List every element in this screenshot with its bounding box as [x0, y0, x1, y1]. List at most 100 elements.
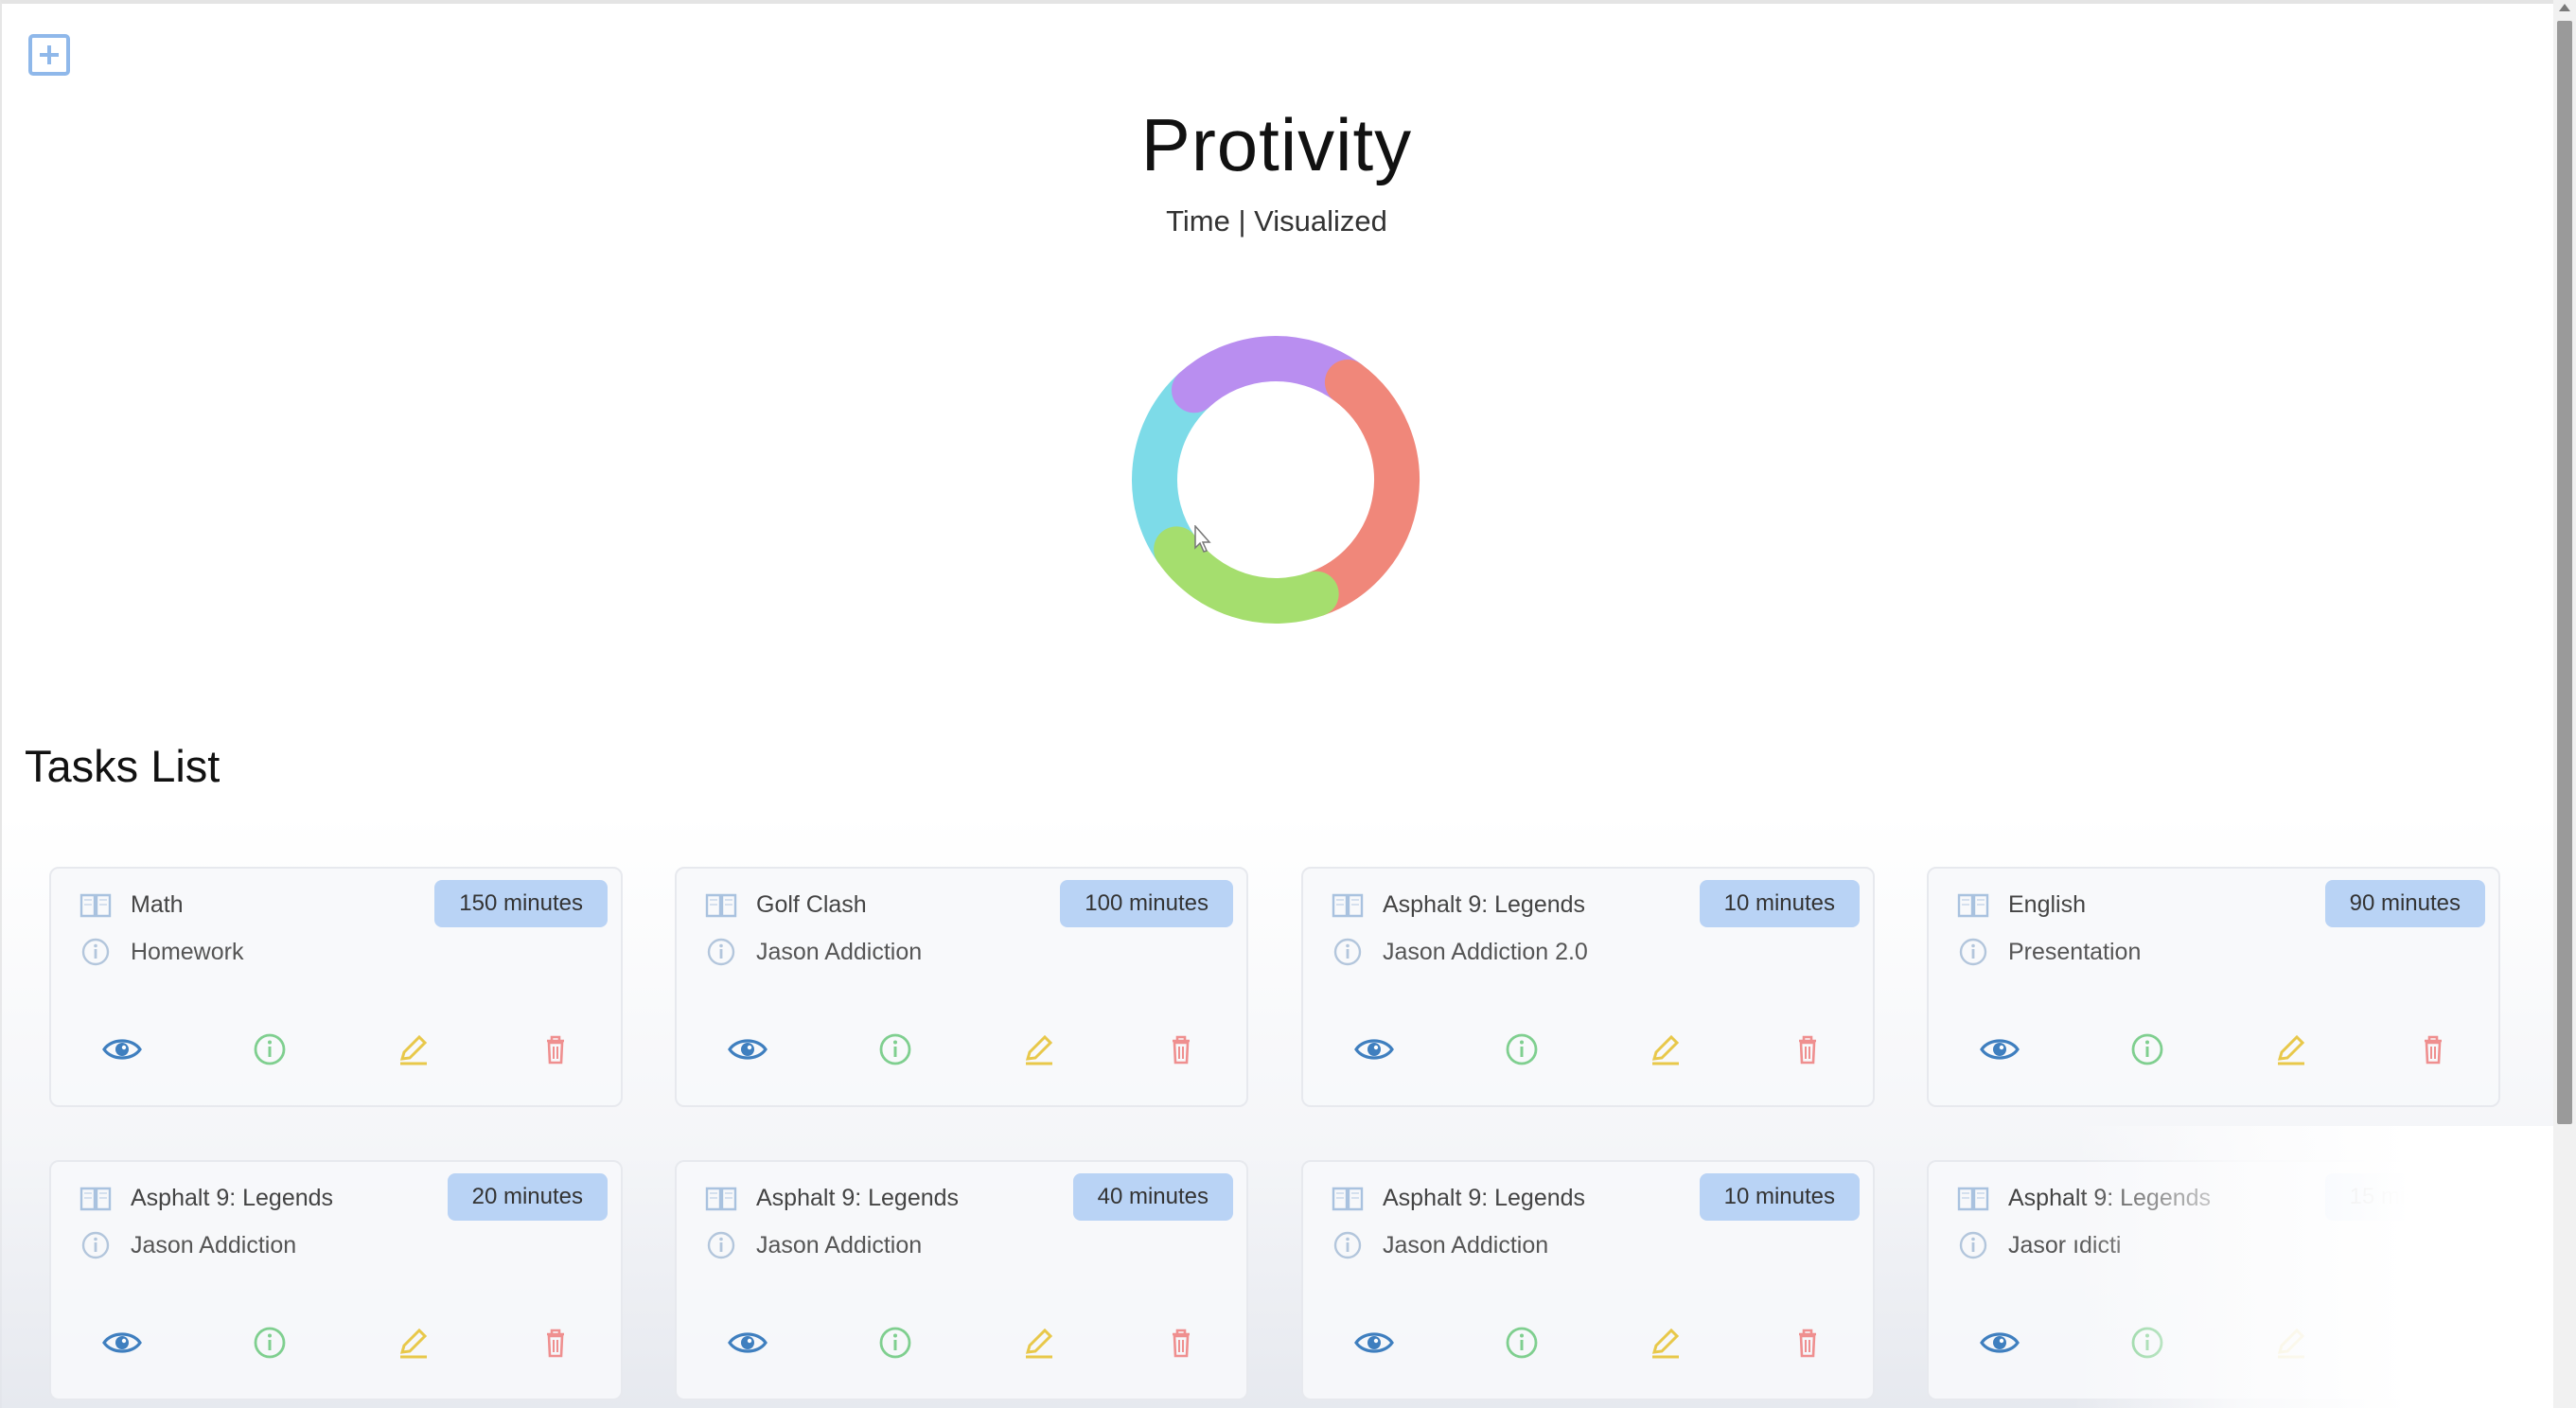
book-icon	[705, 889, 756, 920]
delete-task-button[interactable]	[534, 1321, 577, 1364]
app-subtitle: Time | Visualized	[1166, 204, 1387, 238]
task-description-row: Presentation	[1957, 937, 2141, 967]
task-info-button[interactable]	[1500, 1321, 1544, 1364]
book-icon	[705, 1183, 756, 1213]
task-actions	[1929, 1028, 2498, 1071]
info-circle-icon	[1500, 1028, 1544, 1071]
task-description: Jason Addiction	[131, 1231, 297, 1258]
pencil-icon	[1017, 1028, 1061, 1071]
task-description: Jason Addiction 2.0	[1383, 938, 1588, 965]
info-circle-icon	[1500, 1321, 1544, 1364]
pencil-icon	[1644, 1028, 1687, 1071]
edit-task-button[interactable]	[2269, 1028, 2313, 1071]
task-name-row: Asphalt 9: Legends	[705, 1183, 959, 1213]
trash-icon	[1786, 1321, 1829, 1364]
task-card[interactable]: English Presentation 90 minutes	[1927, 867, 2500, 1107]
trash-icon	[1786, 1028, 1829, 1071]
info-circle-icon	[248, 1028, 291, 1071]
task-name-row: Asphalt 9: Legends	[1332, 1183, 1585, 1213]
video-overlay	[2073, 1126, 2553, 1408]
trash-icon	[1159, 1028, 1203, 1071]
duration-badge: 150 minutes	[434, 880, 608, 927]
task-info-button[interactable]	[873, 1321, 917, 1364]
delete-task-button[interactable]	[1786, 1028, 1829, 1071]
donut-slice[interactable]	[1293, 359, 1420, 617]
eye-icon	[726, 1321, 769, 1364]
donut-slice[interactable]	[1132, 367, 1217, 572]
info-circle-icon	[79, 937, 131, 967]
view-task-button[interactable]	[1978, 1028, 2021, 1071]
task-name-row: English	[1957, 889, 2086, 920]
task-actions	[51, 1321, 621, 1364]
book-icon	[1332, 1183, 1383, 1213]
book-icon	[79, 889, 131, 920]
info-circle-icon	[873, 1321, 917, 1364]
trash-icon	[2411, 1028, 2455, 1071]
task-card[interactable]: Asphalt 9: Legends Jason Addiction 10 minu…	[1301, 1160, 1875, 1400]
edit-task-button[interactable]	[1017, 1321, 1061, 1364]
scrollbar-thumb[interactable]	[2557, 21, 2572, 1124]
task-card[interactable]: Golf Clash Jason Addiction 100 minutes	[675, 867, 1248, 1107]
add-task-button[interactable]	[28, 34, 70, 76]
task-description: Jason Addiction	[756, 1231, 923, 1258]
view-task-button[interactable]	[726, 1321, 769, 1364]
info-circle-icon	[705, 1230, 756, 1260]
task-card[interactable]: Math Homework 150 minutes	[49, 867, 623, 1107]
view-task-button[interactable]	[1352, 1321, 1396, 1364]
time-donut-chart[interactable]	[1120, 324, 1432, 636]
edit-task-button[interactable]	[392, 1028, 435, 1071]
delete-task-button[interactable]	[1786, 1321, 1829, 1364]
task-description-row: Homework	[79, 937, 243, 967]
task-info-button[interactable]	[248, 1028, 291, 1071]
edit-task-button[interactable]	[392, 1321, 435, 1364]
view-task-button[interactable]	[100, 1321, 144, 1364]
view-task-button[interactable]	[1352, 1028, 1396, 1071]
task-info-button[interactable]	[873, 1028, 917, 1071]
eye-icon	[100, 1028, 144, 1071]
task-info-button[interactable]	[2126, 1028, 2169, 1071]
task-name-row: Math	[79, 889, 184, 920]
eye-icon	[1352, 1321, 1396, 1364]
view-task-button[interactable]	[1978, 1321, 2021, 1364]
view-task-button[interactable]	[100, 1028, 144, 1071]
edit-task-button[interactable]	[1644, 1321, 1687, 1364]
delete-task-button[interactable]	[1159, 1028, 1203, 1071]
book-icon	[1957, 1183, 2008, 1213]
task-name: Asphalt 9: Legends	[131, 1184, 334, 1211]
task-actions	[1303, 1321, 1873, 1364]
pencil-icon	[392, 1028, 435, 1071]
book-icon	[1957, 889, 2008, 920]
task-description-row: Jason Addiction 2.0	[1332, 937, 1588, 967]
donut-slice[interactable]	[1154, 526, 1339, 624]
delete-task-button[interactable]	[534, 1028, 577, 1071]
task-name-row: Golf Clash	[705, 889, 867, 920]
pencil-icon	[392, 1321, 435, 1364]
task-description: Jason Addiction	[1383, 1231, 1549, 1258]
task-actions	[1303, 1028, 1873, 1071]
duration-badge: 100 minutes	[1060, 880, 1233, 927]
edit-task-button[interactable]	[1644, 1028, 1687, 1071]
task-info-button[interactable]	[248, 1321, 291, 1364]
duration-badge: 10 minutes	[1699, 1173, 1860, 1221]
task-card[interactable]: Asphalt 9: Legends Jason Addiction 20 minu…	[49, 1160, 623, 1400]
task-card[interactable]: Asphalt 9: Legends Jason Addiction 2.0 10 …	[1301, 867, 1875, 1107]
delete-task-button[interactable]	[2411, 1028, 2455, 1071]
donut-slice[interactable]	[1171, 336, 1370, 414]
info-circle-icon	[1957, 937, 2008, 967]
task-name-row: Asphalt 9: Legends	[79, 1183, 333, 1213]
delete-task-button[interactable]	[1159, 1321, 1203, 1364]
scroll-up-arrow-icon[interactable]	[2559, 4, 2570, 11]
eye-icon	[1978, 1028, 2021, 1071]
book-icon	[79, 1183, 131, 1213]
task-description-row: Jason Addiction	[79, 1230, 296, 1260]
task-name: Math	[131, 890, 184, 918]
eye-icon	[1978, 1321, 2021, 1364]
info-circle-icon	[1332, 1230, 1383, 1260]
task-actions	[677, 1028, 1246, 1071]
task-card[interactable]: Asphalt 9: Legends Jason Addiction 40 minu…	[675, 1160, 1248, 1400]
task-name: Asphalt 9: Legends	[756, 1184, 960, 1211]
view-task-button[interactable]	[726, 1028, 769, 1071]
edit-task-button[interactable]	[1017, 1028, 1061, 1071]
task-info-button[interactable]	[1500, 1028, 1544, 1071]
info-circle-icon	[79, 1230, 131, 1260]
